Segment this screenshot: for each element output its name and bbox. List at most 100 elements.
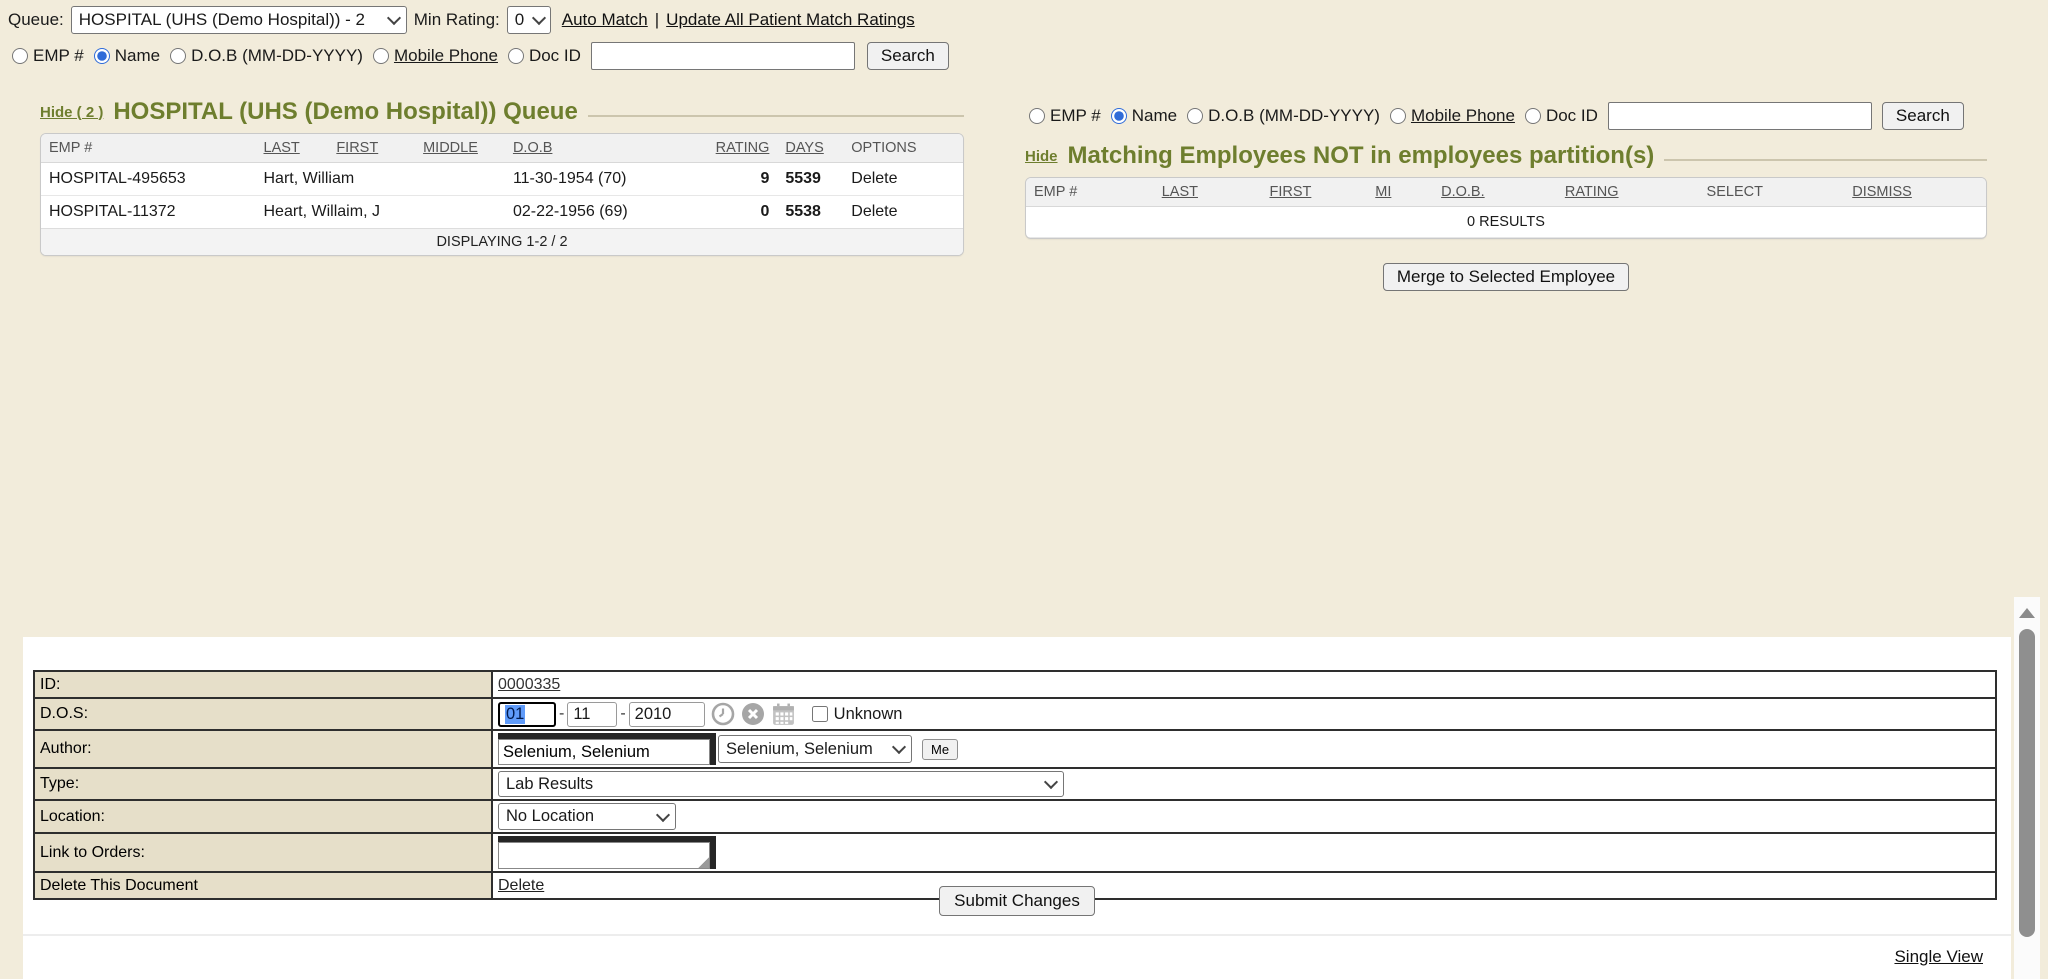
scroll-up-arrow[interactable] — [2019, 608, 2035, 618]
queue-select[interactable]: HOSPITAL (UHS (Demo Hospital)) - 2 — [71, 6, 407, 34]
dos-month-input[interactable]: 01 — [498, 702, 556, 727]
chevron-down-icon — [387, 11, 401, 25]
scrollbar-thumb[interactable] — [2019, 629, 2035, 937]
right-radio-docid[interactable]: Doc ID — [1525, 106, 1598, 126]
author-select[interactable]: Selenium, Selenium — [718, 735, 912, 763]
resize-grip-icon[interactable] — [698, 857, 709, 868]
merge-to-selected-button[interactable]: Merge to Selected Employee — [1383, 263, 1629, 291]
table-row[interactable]: HOSPITAL-495653 Hart, William 11-30-1954… — [41, 163, 963, 196]
dos-day-input[interactable]: 11 — [567, 702, 617, 727]
empno-radio[interactable] — [12, 48, 28, 64]
left-radio-name[interactable]: Name — [94, 46, 160, 66]
col-emp: EMP # — [1026, 178, 1154, 207]
name-radio-label: Name — [115, 46, 160, 66]
col-select: SELECT — [1699, 178, 1845, 207]
left-radio-empno[interactable]: EMP # — [12, 46, 84, 66]
queue-legend: Hide ( 2 ) HOSPITAL (UHS (Demo Hospital)… — [40, 98, 964, 126]
queue-panel-title: HOSPITAL (UHS (Demo Hospital)) Queue — [113, 98, 577, 126]
location-select-value: No Location — [506, 807, 594, 826]
orders-label: Link to Orders: — [34, 833, 492, 872]
name-radio[interactable] — [1111, 108, 1127, 124]
matching-employees-panel: EMP # Name D.O.B (MM-DD-YYYY) Mobile Pho… — [1025, 102, 1987, 291]
col-dob[interactable]: D.O.B. — [1433, 178, 1557, 207]
match-table: EMP # LAST FIRST MI D.O.B. RATING SELECT… — [1026, 178, 1986, 238]
document-id-link[interactable]: 0000335 — [498, 676, 560, 693]
merge-row: Merge to Selected Employee — [1025, 263, 1987, 291]
dos-year-input[interactable]: 2010 — [629, 702, 705, 727]
col-rating[interactable]: RATING — [1557, 178, 1699, 207]
col-dismiss[interactable]: DISMISS — [1844, 178, 1986, 207]
table-row[interactable]: HOSPITAL-11372 Heart, Willaim, J 02-22-1… — [41, 196, 963, 229]
right-radio-name[interactable]: Name — [1111, 106, 1177, 126]
col-middle[interactable]: MIDDLE — [415, 134, 505, 163]
me-button[interactable]: Me — [922, 739, 958, 760]
col-dob[interactable]: D.O.B — [505, 134, 695, 163]
submit-changes-button[interactable]: Submit Changes — [939, 886, 1095, 916]
calendar-icon[interactable] — [771, 702, 796, 727]
single-view-link[interactable]: Single View — [1894, 947, 1983, 967]
col-rating[interactable]: RATING — [694, 134, 777, 163]
col-emp: EMP # — [41, 134, 256, 163]
emp-id-cell: HOSPITAL-11372 — [41, 196, 256, 229]
location-label: Location: — [34, 800, 492, 833]
legend-line — [1664, 159, 1987, 161]
match-hide-link[interactable]: Hide — [1025, 148, 1058, 165]
match-table-header: EMP # LAST FIRST MI D.O.B. RATING SELECT… — [1026, 178, 1986, 207]
min-rating-select[interactable]: 0 — [507, 6, 551, 34]
dob-radio-label: D.O.B (MM-DD-YYYY) — [1208, 106, 1380, 126]
author-input-shadow — [498, 739, 710, 765]
right-radio-empno[interactable]: EMP # — [1029, 106, 1101, 126]
type-label: Type: — [34, 768, 492, 800]
selected-text: 01 — [505, 705, 525, 724]
author-input[interactable] — [498, 739, 710, 765]
col-first[interactable]: FIRST — [328, 134, 415, 163]
auto-match-link[interactable]: Auto Match — [562, 10, 648, 30]
legend-line — [588, 115, 964, 117]
col-first[interactable]: FIRST — [1261, 178, 1367, 207]
delete-row-link[interactable]: Delete — [843, 196, 963, 229]
unknown-checkbox[interactable] — [812, 706, 828, 722]
dob-radio[interactable] — [1187, 108, 1203, 124]
update-ratings-link[interactable]: Update All Patient Match Ratings — [666, 10, 915, 30]
col-mi[interactable]: MI — [1367, 178, 1433, 207]
left-radio-mobile[interactable]: Mobile Phone — [373, 46, 498, 66]
author-field-group: Selenium, Selenium Me — [498, 733, 1990, 765]
left-radio-dob[interactable]: D.O.B (MM-DD-YYYY) — [170, 46, 363, 66]
col-last[interactable]: LAST — [1154, 178, 1262, 207]
delete-row-link[interactable]: Delete — [843, 163, 963, 196]
col-days[interactable]: DAYS — [777, 134, 843, 163]
right-search-input[interactable] — [1608, 102, 1872, 130]
left-search-button[interactable]: Search — [867, 42, 949, 70]
dob-radio[interactable] — [170, 48, 186, 64]
queue-table-card: EMP # LAST FIRST MIDDLE D.O.B RATING DAY… — [40, 133, 964, 256]
mobile-phone-radio-label: Mobile Phone — [1411, 106, 1515, 126]
doc-id-radio[interactable] — [1525, 108, 1541, 124]
vertical-scrollbar[interactable] — [2014, 597, 2040, 979]
name-radio[interactable] — [94, 48, 110, 64]
clear-icon[interactable] — [741, 702, 765, 726]
empno-radio[interactable] — [1029, 108, 1045, 124]
mobile-phone-radio[interactable] — [373, 48, 389, 64]
left-radio-docid[interactable]: Doc ID — [508, 46, 581, 66]
queue-hide-link[interactable]: Hide ( 2 ) — [40, 104, 103, 121]
dos-label: D.O.S: — [34, 698, 492, 730]
orders-input-shadow — [498, 842, 710, 869]
no-results-row: 0 RESULTS — [1026, 207, 1986, 238]
match-table-card: EMP # LAST FIRST MI D.O.B. RATING SELECT… — [1025, 177, 1987, 239]
right-radio-mobile[interactable]: Mobile Phone — [1390, 106, 1515, 126]
left-search-input[interactable] — [591, 42, 855, 70]
footer-divider — [23, 934, 2011, 936]
clock-icon[interactable] — [711, 702, 735, 726]
col-last[interactable]: LAST — [256, 134, 329, 163]
mobile-phone-radio[interactable] — [1390, 108, 1406, 124]
right-search-button[interactable]: Search — [1882, 102, 1964, 130]
author-select-value: Selenium, Selenium — [726, 740, 873, 759]
location-select[interactable]: No Location — [498, 803, 676, 830]
link-to-orders-input[interactable] — [498, 842, 710, 869]
dob-cell: 02-22-1956 (69) — [505, 196, 695, 229]
col-options: OPTIONS — [843, 134, 963, 163]
right-radio-dob[interactable]: D.O.B (MM-DD-YYYY) — [1187, 106, 1380, 126]
type-select[interactable]: Lab Results — [498, 771, 1064, 797]
date-separator: - — [620, 705, 625, 723]
doc-id-radio[interactable] — [508, 48, 524, 64]
